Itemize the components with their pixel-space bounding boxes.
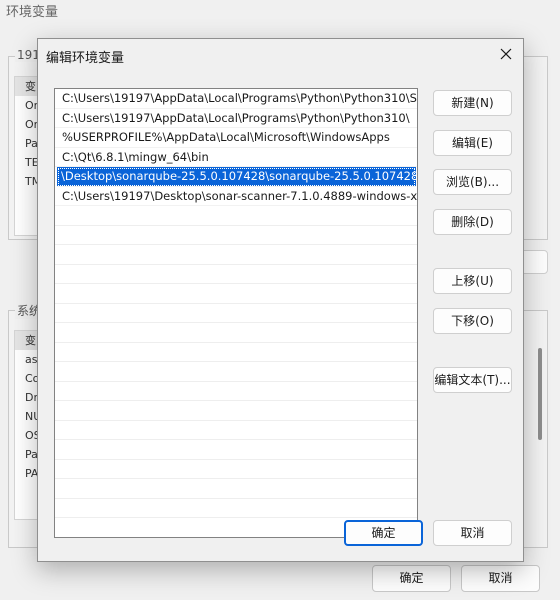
path-list-item[interactable]: %USERPROFILE%\AppData\Local\Microsoft\Wi…: [55, 128, 417, 148]
path-list-empty-row[interactable]: [55, 421, 417, 440]
path-list-empty-row[interactable]: [55, 304, 417, 323]
new-button[interactable]: 新建(N): [433, 90, 512, 116]
edit-env-var-dialog: 编辑环境变量 C:\Users\19197\AppData\Local\Prog…: [37, 38, 524, 562]
path-list-empty-row[interactable]: [55, 226, 417, 245]
parent-cancel-button[interactable]: 取消: [461, 565, 540, 592]
path-list-empty-row[interactable]: [55, 206, 417, 226]
delete-button[interactable]: 删除(D): [433, 209, 512, 235]
move-up-button[interactable]: 上移(U): [433, 268, 512, 294]
edit-text-button[interactable]: 编辑文本(T)...: [433, 367, 512, 393]
move-down-button[interactable]: 下移(O): [433, 308, 512, 334]
path-list-empty-row[interactable]: [55, 479, 417, 499]
parent-window-title: 环境变量: [6, 5, 59, 20]
edit-button[interactable]: 编辑(E): [433, 130, 512, 156]
dialog-title: 编辑环境变量: [46, 51, 125, 66]
browse-button[interactable]: 浏览(B)...: [433, 169, 512, 195]
system-list-scrollbar[interactable]: [538, 348, 542, 440]
path-list-item[interactable]: C:\Users\19197\AppData\Local\Programs\Py…: [55, 89, 417, 109]
path-list-empty-row[interactable]: [55, 245, 417, 265]
path-list-empty-row[interactable]: [55, 401, 417, 421]
path-list-empty-row[interactable]: [55, 343, 417, 362]
cancel-button[interactable]: 取消: [433, 520, 512, 546]
path-list-item[interactable]: C:\Users\19197\Desktop\sonar-scanner-7.1…: [55, 187, 417, 206]
path-list-item[interactable]: \Desktop\sonarqube-25.5.0.107428\sonarqu…: [57, 167, 416, 187]
close-icon: [500, 48, 512, 60]
path-list-empty-row[interactable]: [55, 382, 417, 401]
close-button[interactable]: [493, 42, 519, 66]
path-list-item[interactable]: C:\Users\19197\AppData\Local\Programs\Py…: [55, 109, 417, 128]
ok-button[interactable]: 确定: [344, 520, 423, 546]
path-list-empty-row[interactable]: [55, 499, 417, 518]
path-list-empty-row[interactable]: [55, 362, 417, 382]
path-list-empty-row[interactable]: [55, 323, 417, 343]
path-list[interactable]: C:\Users\19197\AppData\Local\Programs\Py…: [54, 88, 418, 538]
parent-ok-button[interactable]: 确定: [372, 565, 451, 592]
path-list-empty-row[interactable]: [55, 284, 417, 304]
path-list-empty-row[interactable]: [55, 460, 417, 479]
path-list-item[interactable]: C:\Qt\6.8.1\mingw_64\bin: [55, 148, 417, 167]
path-list-empty-row[interactable]: [55, 265, 417, 284]
path-list-empty-row[interactable]: [55, 440, 417, 460]
